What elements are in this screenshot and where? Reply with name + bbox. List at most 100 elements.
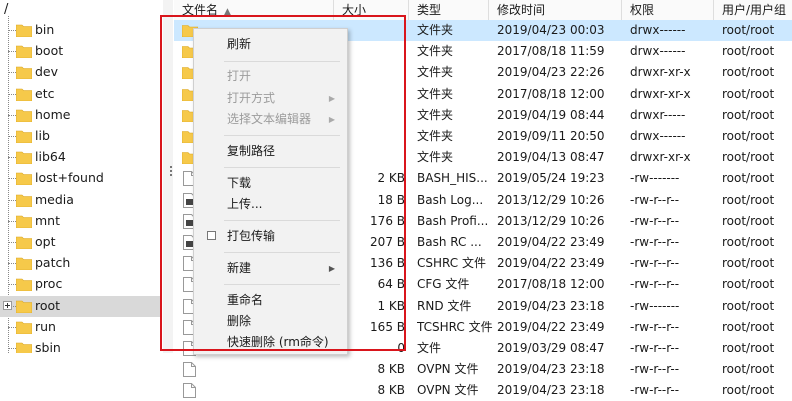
tree-item-home[interactable]: home <box>0 105 162 126</box>
file-permission: drwxr-xr-x <box>630 150 691 165</box>
tree-connector <box>8 30 16 31</box>
tree-item-patch[interactable]: patch <box>0 253 162 274</box>
tree-item-etc[interactable]: etc <box>0 84 162 105</box>
tree-item-label: lib64 <box>35 149 66 165</box>
file-type: Bash Log... <box>417 192 484 207</box>
directory-tree: / bin boot dev etc home lib lib64 lost+found med… <box>0 0 164 353</box>
column-size[interactable]: 大小 <box>334 0 409 20</box>
menu-new[interactable]: 新建 ▶ <box>194 258 347 279</box>
tree-item-dev[interactable]: dev <box>0 62 162 83</box>
tree-item-lost-found[interactable]: lost+found <box>0 168 162 189</box>
file-type: OVPN 文件 <box>417 362 479 377</box>
column-modified[interactable]: 修改时间 <box>489 0 622 20</box>
folder-icon <box>16 215 32 228</box>
checkbox-icon[interactable] <box>207 231 216 240</box>
splitter-grip[interactable] <box>170 166 173 180</box>
file-permission: -rw-r--r-- <box>630 319 680 334</box>
tree-item-label: bin <box>35 22 55 37</box>
folder-icon <box>16 173 32 186</box>
tree-item-proc[interactable]: proc <box>0 274 162 295</box>
menu-quick-delete[interactable]: 快速删除 (rm命令) <box>194 332 347 353</box>
tree-item-sbin[interactable]: sbin <box>0 338 162 353</box>
folder-icon <box>16 342 32 353</box>
file-owner: root/root <box>722 44 775 59</box>
tree-item-mnt[interactable]: mnt <box>0 211 162 232</box>
file-type: CSHRC 文件 <box>417 256 486 271</box>
file-type: 文件夹 <box>417 150 454 165</box>
file-type: 文件夹 <box>417 86 454 101</box>
expand-icon[interactable] <box>3 300 12 310</box>
file-type: Bash Profi... <box>417 213 489 228</box>
tree-connector <box>8 220 16 222</box>
file-permission: -rw-r--r-- <box>630 256 680 271</box>
tree-root-label[interactable]: / <box>4 2 8 17</box>
tree-item-label: lost+found <box>35 170 104 186</box>
menu-upload[interactable]: 上传... <box>194 194 347 215</box>
file-modified: 2019/03/29 08:47 <box>497 341 605 355</box>
folder-icon <box>16 45 32 59</box>
context-menu: 刷新 打开 打开方式 ▶ 选择文本编辑器 ▶ 复制路径 下载 上传... 打包传输 … <box>193 28 348 355</box>
menu-rename[interactable]: 重命名 <box>194 290 347 311</box>
tree-item-label: mnt <box>35 212 60 228</box>
file-type: OVPN 文件 <box>417 383 479 398</box>
file-name <box>204 380 332 401</box>
folder-icon <box>16 194 32 207</box>
menu-delete[interactable]: 删除 <box>194 311 347 332</box>
menu-choose-editor[interactable]: 选择文本编辑器 ▶ <box>194 109 347 130</box>
file-modified: 2019/04/22 23:49 <box>497 235 605 249</box>
tree-item-label: boot <box>35 43 64 59</box>
file-permission: -rw-r--r-- <box>630 341 680 355</box>
menu-separator <box>224 135 340 136</box>
tree-item-label: patch <box>35 255 71 271</box>
table-row[interactable]: 8 KB OVPN 文件 2019/04/23 23:18 -rw-r--r-- roo… <box>174 359 792 380</box>
column-type[interactable]: 类型 <box>409 0 489 20</box>
tree-item-run[interactable]: run <box>0 317 162 338</box>
tree-item-opt[interactable]: opt <box>0 232 162 253</box>
file-owner: root/root <box>722 319 775 334</box>
file-size: 8 KB <box>377 362 405 377</box>
tree-item-label: proc <box>35 276 63 292</box>
tree-item-label: run <box>35 318 56 334</box>
file-modified: 2019/04/13 08:47 <box>497 150 605 165</box>
column-name[interactable]: 文件名 ▲ <box>174 0 334 20</box>
file-name <box>204 359 332 380</box>
file-owner: root/root <box>722 362 775 377</box>
menu-pack-transfer[interactable]: 打包传输 <box>194 226 347 247</box>
tree-item-lib[interactable]: lib <box>0 126 162 147</box>
tree-item-boot[interactable]: boot <box>0 41 162 62</box>
submenu-arrow-icon: ▶ <box>328 94 335 103</box>
file-type: CFG 文件 <box>417 277 470 292</box>
menu-copy-path[interactable]: 复制路径 <box>194 141 347 162</box>
menu-open[interactable]: 打开 <box>194 66 347 87</box>
menu-separator <box>224 220 340 221</box>
file-owner: root/root <box>722 129 775 143</box>
file-modified: 2013/12/29 10:26 <box>497 213 605 228</box>
file-permission: drwxr----- <box>630 107 686 122</box>
tree-item-media[interactable]: media <box>0 190 162 211</box>
file-modified: 2013/12/29 10:26 <box>497 192 605 207</box>
folder-icon <box>16 109 32 122</box>
table-row[interactable]: 8 KB OVPN 文件 2019/04/23 23:18 -rw-r--r-- roo… <box>174 380 792 401</box>
menu-download[interactable]: 下载 <box>194 173 347 194</box>
tree-item-bin[interactable]: bin <box>0 20 162 41</box>
tree-connector <box>8 93 16 95</box>
column-permission[interactable]: 权限 <box>622 0 714 20</box>
file-modified: 2019/04/23 00:03 <box>497 23 605 37</box>
tree-item-root[interactable]: root <box>0 295 162 317</box>
tree-connector <box>8 263 16 265</box>
file-permission: drwxr-xr-x <box>630 86 691 101</box>
column-owner[interactable]: 用户/用户组 <box>714 0 792 20</box>
tree-item-lib64[interactable]: lib64 <box>0 147 162 168</box>
tree-connector <box>8 348 16 349</box>
menu-open-with[interactable]: 打开方式 ▶ <box>194 88 347 109</box>
tree-item-label: media <box>35 191 74 207</box>
menu-refresh[interactable]: 刷新 <box>194 34 347 55</box>
submenu-arrow-icon: ▶ <box>328 115 335 124</box>
file-owner: root/root <box>722 277 775 292</box>
file-type: 文件夹 <box>417 65 454 80</box>
file-modified: 2019/05/24 19:23 <box>497 171 605 186</box>
file-modified: 2019/04/22 23:49 <box>497 319 605 334</box>
file-modified: 2019/04/23 22:26 <box>497 65 605 80</box>
folder-icon <box>16 24 32 37</box>
tree-item-label: root <box>35 297 61 313</box>
